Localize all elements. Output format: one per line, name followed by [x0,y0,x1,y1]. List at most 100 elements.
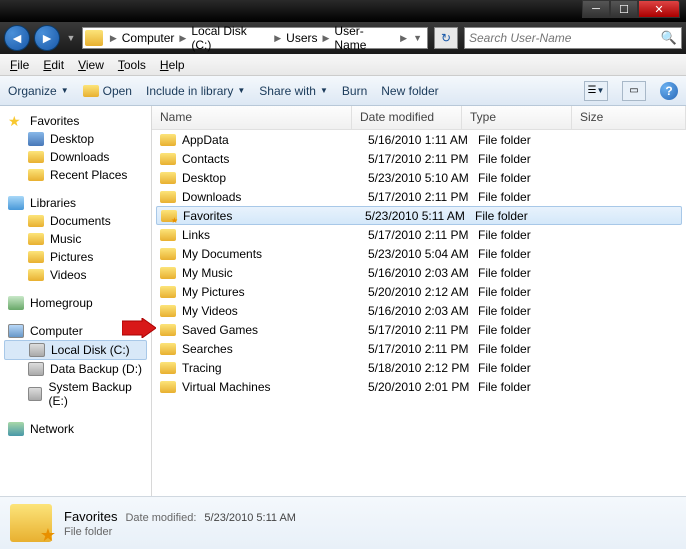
file-row[interactable]: Desktop5/23/2010 5:10 AMFile folder [152,168,686,187]
share-button[interactable]: Share with ▼ [259,84,328,98]
breadcrumb-computer[interactable]: Computer [120,31,177,45]
include-library-button[interactable]: Include in library ▼ [146,84,245,98]
folder-icon [160,305,176,317]
sidebar-item-desktop[interactable]: Desktop [0,130,151,148]
sidebar-computer[interactable]: Computer [0,322,151,340]
address-dropdown-icon[interactable]: ▼ [410,33,425,43]
sidebar-item-system-backup[interactable]: System Backup (E:) [0,378,151,410]
refresh-button[interactable]: ↻ [434,27,458,49]
menu-tools[interactable]: Tools [112,56,152,74]
sidebar-item-local-disk-c[interactable]: Local Disk (C:) [4,340,147,360]
file-name: Tracing [182,361,368,375]
column-date[interactable]: Date modified [352,106,462,129]
file-date: 5/16/2010 1:11 AM [368,133,478,147]
organize-button[interactable]: Organize ▼ [8,84,69,98]
menu-file[interactable]: File [4,56,35,74]
navigation-pane: ★Favorites Desktop Downloads Recent Plac… [0,106,152,496]
help-button[interactable]: ? [660,82,678,100]
menu-edit[interactable]: Edit [37,56,70,74]
sidebar-item-downloads[interactable]: Downloads [0,148,151,166]
sidebar-network[interactable]: Network [0,420,151,438]
sidebar-libraries[interactable]: Libraries [0,194,151,212]
details-date-value: 5/23/2010 5:11 AM [204,512,296,524]
file-row[interactable]: My Music5/16/2010 2:03 AMFile folder [152,263,686,282]
file-date: 5/17/2010 2:11 PM [368,323,478,337]
breadcrumb-drive[interactable]: Local Disk (C:) [189,24,271,52]
chevron-right-icon[interactable]: ▶ [271,33,284,44]
open-button[interactable]: Open [83,84,132,98]
sidebar-item-documents[interactable]: Documents [0,212,151,230]
chevron-right-icon[interactable]: ▶ [107,33,120,44]
breadcrumb-username[interactable]: User-Name [332,24,397,52]
file-row[interactable]: Contacts5/17/2010 2:11 PMFile folder [152,149,686,168]
file-row[interactable]: Links5/17/2010 2:11 PMFile folder [152,225,686,244]
chevron-right-icon[interactable]: ▶ [320,33,333,44]
history-dropdown[interactable]: ▼ [64,33,78,43]
file-date: 5/20/2010 2:01 PM [368,380,478,394]
file-row[interactable]: My Videos5/16/2010 2:03 AMFile folder [152,301,686,320]
new-folder-button[interactable]: New folder [381,84,438,98]
file-date: 5/23/2010 5:10 AM [368,171,478,185]
drive-icon [28,387,42,401]
file-type: File folder [478,304,588,318]
folder-icon [160,381,176,393]
file-row[interactable]: AppData5/16/2010 1:11 AMFile folder [152,130,686,149]
menu-view[interactable]: View [72,56,110,74]
file-type: File folder [478,342,588,356]
folder-icon [160,324,176,336]
preview-pane-button[interactable]: ▭ [622,81,646,101]
search-icon[interactable]: 🔍 [661,30,677,46]
star-icon: ★ [8,114,24,128]
file-row[interactable]: Tracing5/18/2010 2:12 PMFile folder [152,358,686,377]
column-name[interactable]: Name [152,106,352,129]
file-row[interactable]: Searches5/17/2010 2:11 PMFile folder [152,339,686,358]
search-box[interactable]: 🔍 [464,27,682,49]
folder-icon [85,30,103,46]
menu-help[interactable]: Help [154,56,191,74]
chevron-right-icon[interactable]: ▶ [176,33,189,44]
file-name: Contacts [182,152,368,166]
details-type: File folder [64,526,296,538]
back-button[interactable]: ◄ [4,25,30,51]
file-type: File folder [478,285,588,299]
file-row[interactable]: Saved Games5/17/2010 2:11 PMFile folder [152,320,686,339]
file-name: My Music [182,266,368,280]
close-button[interactable]: ✕ [638,0,680,18]
sidebar-favorites[interactable]: ★Favorites [0,112,151,130]
search-input[interactable] [469,31,661,45]
file-name: Favorites [183,209,365,223]
burn-button[interactable]: Burn [342,84,367,98]
file-row[interactable]: Downloads5/17/2010 2:11 PMFile folder [152,187,686,206]
address-bar[interactable]: ▶ Computer ▶ Local Disk (C:) ▶ Users ▶ U… [82,27,428,49]
sidebar-item-data-backup[interactable]: Data Backup (D:) [0,360,151,378]
sidebar-item-music[interactable]: Music [0,230,151,248]
file-row[interactable]: Virtual Machines5/20/2010 2:01 PMFile fo… [152,377,686,396]
chevron-right-icon[interactable]: ▶ [397,33,410,44]
view-options-button[interactable]: ☰ ▼ [584,81,608,101]
drive-icon [28,362,44,376]
file-type: File folder [478,247,588,261]
file-row[interactable]: Favorites5/23/2010 5:11 AMFile folder [156,206,682,225]
file-date: 5/17/2010 2:11 PM [368,228,478,242]
folder-icon [160,286,176,298]
folder-icon [160,362,176,374]
forward-button[interactable]: ► [34,25,60,51]
sidebar-item-recent[interactable]: Recent Places [0,166,151,184]
folder-icon [28,151,44,163]
breadcrumb-users[interactable]: Users [284,31,319,45]
column-type[interactable]: Type [462,106,572,129]
sidebar-item-videos[interactable]: Videos [0,266,151,284]
sidebar-homegroup[interactable]: Homegroup [0,294,151,312]
column-size[interactable]: Size [572,106,686,129]
file-date: 5/18/2010 2:12 PM [368,361,478,375]
file-row[interactable]: My Pictures5/20/2010 2:12 AMFile folder [152,282,686,301]
folder-icon [160,191,176,203]
file-name: Downloads [182,190,368,204]
minimize-button[interactable]: ─ [582,0,610,18]
desktop-icon [28,132,44,146]
file-type: File folder [478,380,588,394]
sidebar-item-pictures[interactable]: Pictures [0,248,151,266]
file-row[interactable]: My Documents5/23/2010 5:04 AMFile folder [152,244,686,263]
maximize-button[interactable]: ☐ [610,0,638,18]
folder-icon [28,251,44,263]
